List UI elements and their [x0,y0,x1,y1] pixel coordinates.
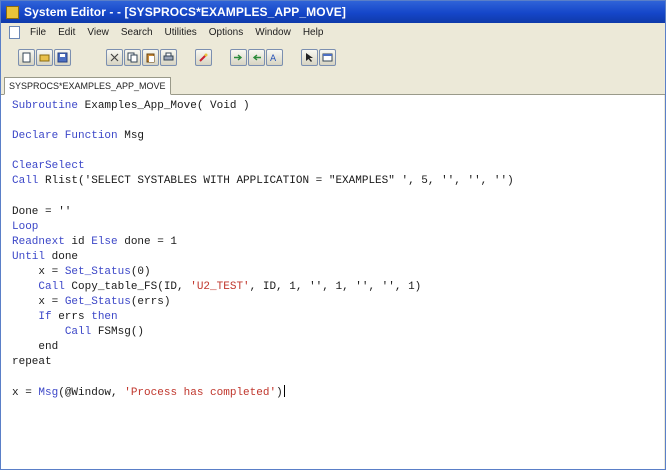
code-line: end [12,341,59,353]
title-bar[interactable]: System Editor - - [SYSPROCS*EXAMPLES_APP… [1,1,665,23]
code-line: Call FSMsg() [64,326,145,338]
code-line: Done = '' [12,206,72,218]
paste-icon[interactable] [142,48,159,66]
print-icon[interactable] [160,48,177,66]
svg-text:A: A [270,54,277,63]
code-line: If errs then [38,311,118,323]
menu-search[interactable]: Search [115,27,159,38]
code-line: Subroutine Examples_App_Move( Void ) [12,100,250,112]
open-folder-icon[interactable] [36,48,53,66]
code-line: Call Copy_table_FS(ID, 'U2_TEST', ID, 1,… [38,281,422,293]
code-line: x = Get_Status(errs) [12,296,171,308]
text-cursor [283,385,285,397]
menu-help[interactable]: Help [297,27,330,38]
code-line: Call Rlist('SELECT SYSTABLES WITH APPLIC… [12,175,514,187]
code-line: Until done [12,251,79,263]
toolbar: A [1,41,665,73]
code-line: x = Set_Status(0) [12,266,151,278]
menu-utilities[interactable]: Utilities [159,27,203,38]
new-file-icon[interactable] [18,48,35,66]
save-icon[interactable] [54,48,71,66]
code-line: x = Msg(@Window, 'Process has completed'… [12,385,285,399]
menu-window[interactable]: Window [249,27,297,38]
editor-window: System Editor - - [SYSPROCS*EXAMPLES_APP… [0,0,666,470]
run-icon[interactable] [195,48,212,66]
menu-view[interactable]: View [81,27,115,38]
cut-icon[interactable] [106,48,123,66]
indent-icon[interactable] [230,48,247,66]
copy-icon[interactable] [124,48,141,66]
menu-bar: File Edit View Search Utilities Options … [1,23,665,41]
menu-edit[interactable]: Edit [52,27,81,38]
menu-options[interactable]: Options [203,27,249,38]
code-line: Readnext id Else done = 1 [12,236,178,248]
code-line: Loop [12,221,39,233]
tab-strip: SYSPROCS*EXAMPLES_APP_MOVE [1,77,665,95]
code-editor[interactable]: Subroutine Examples_App_Move( Void ) Dec… [1,95,664,469]
tab-examples-app-move[interactable]: SYSPROCS*EXAMPLES_APP_MOVE [4,77,171,95]
app-icon [6,5,19,19]
dialog-icon[interactable] [319,48,336,66]
find-icon[interactable]: A [266,48,283,66]
outdent-icon[interactable] [248,48,265,66]
window-title: System Editor - - [SYSPROCS*EXAMPLES_APP… [24,5,347,19]
code-line: ClearSelect [12,160,85,172]
code-line: repeat [12,356,52,368]
code-line: Declare Function Msg [12,130,145,142]
menu-file[interactable]: File [24,27,52,38]
document-icon [9,25,20,39]
pointer-icon[interactable] [301,48,318,66]
